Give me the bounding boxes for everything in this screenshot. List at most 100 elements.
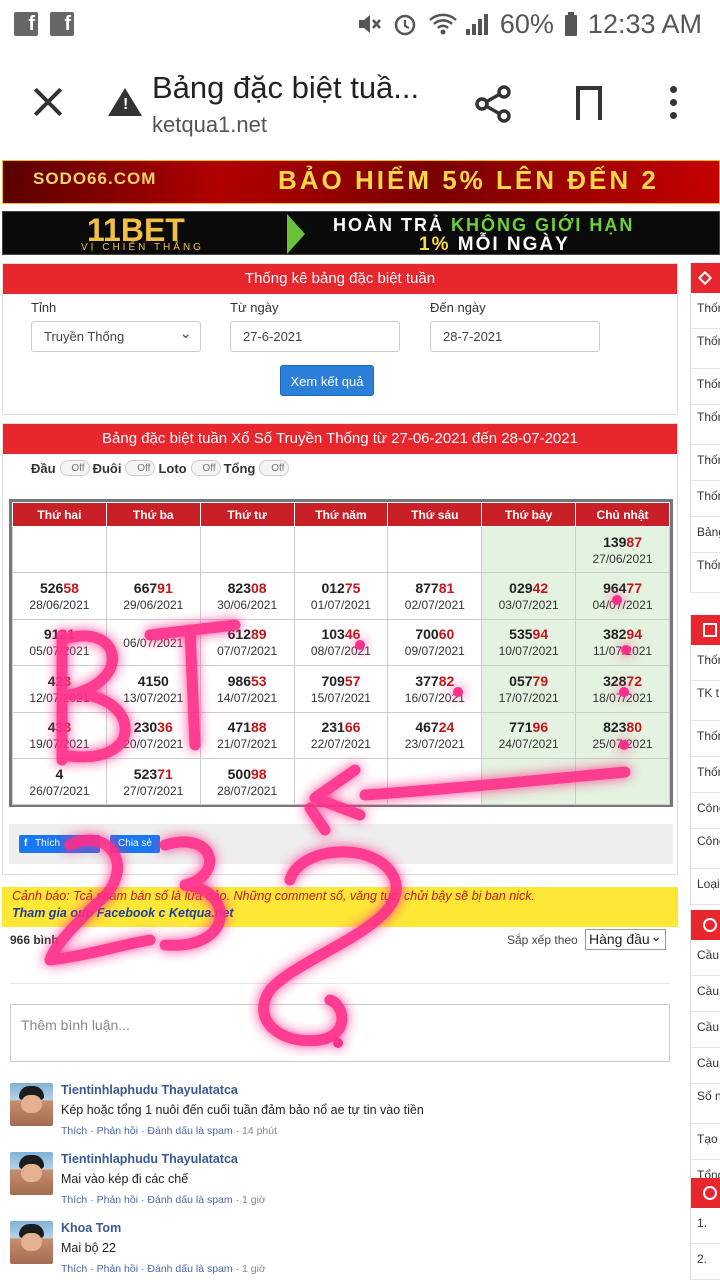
result-number: 9121 xyxy=(43,626,75,643)
province-label: Tỉnh xyxy=(31,300,57,315)
sidebar-link[interactable]: TK t xyxy=(691,681,720,721)
sidebar-link[interactable]: Cầu xyxy=(691,1048,720,1084)
sidebar-link[interactable]: Thống xyxy=(691,481,720,517)
like-link[interactable]: Thích xyxy=(61,1125,87,1137)
result-number: 47188 xyxy=(227,719,267,736)
avatar[interactable] xyxy=(10,1221,53,1264)
province-select[interactable]: Truyền Thống xyxy=(31,321,201,352)
spam-link[interactable]: Đánh dấu là spam xyxy=(147,1263,232,1275)
result-date: 29/06/2021 xyxy=(123,598,184,613)
battery-percent: 60% xyxy=(499,8,554,39)
sidebar-link[interactable]: Thống loto xyxy=(691,329,720,369)
calendar-cell xyxy=(105,525,201,574)
commenter-name[interactable]: Tientinhlaphudu Thayulatatca xyxy=(61,1152,238,1166)
result-number: 37782 xyxy=(415,672,455,689)
warning-icon[interactable]: ! xyxy=(108,88,142,116)
from-date-input[interactable]: 27-6-2021 xyxy=(230,321,400,352)
sidebar-link[interactable]: Thống xyxy=(691,721,720,757)
sidebar-link[interactable]: Thống xyxy=(691,757,720,793)
banner-line-1: HOÀN TRẢ KHÔNG GIỚI HẠN xyxy=(333,215,635,235)
sidebar-link[interactable]: 2. xyxy=(691,1244,720,1280)
reply-link[interactable]: Phản hồi xyxy=(97,1125,138,1137)
calendar-cell: 4 26/07/2021 xyxy=(12,757,107,806)
comment-actions: Thích · Phản hồi · Đánh dấu là spam · 14… xyxy=(61,1125,278,1137)
calendar-cell: 10346 08/07/2021 xyxy=(293,618,389,667)
calendar-table: Thứ hai Thứ ba Thứ tư Thứ năm Thứ sáu Thứ bảy… xyxy=(12,502,670,806)
commenter-name[interactable]: Khoa Tom xyxy=(61,1221,121,1235)
sidebar-link[interactable]: 1. xyxy=(691,1208,720,1244)
to-date-input[interactable]: 28-7-2021 xyxy=(430,321,600,352)
sidebar-link[interactable]: Thống xyxy=(691,445,720,481)
results-heading: Bảng đặc biệt tuần Xổ Số Truyền Thống từ… xyxy=(3,424,677,454)
calendar-cell: 38294 11/07/2021 xyxy=(575,618,670,667)
divider xyxy=(10,983,670,984)
toggle-tong[interactable]: Off xyxy=(259,460,290,476)
more-menu-icon[interactable] xyxy=(668,86,678,122)
view-results-button[interactable]: Xem kết quả xyxy=(280,365,374,396)
status-bar: f f 60% 12:33 AM xyxy=(0,0,720,48)
result-date: 17/07/2021 xyxy=(498,690,559,705)
page-url[interactable]: ketqua1.net xyxy=(152,112,267,138)
reply-link[interactable]: Phản hồi xyxy=(97,1263,138,1275)
sidebar-link[interactable]: Tạo xyxy=(691,1124,720,1160)
join-group-link[interactable]: Tham gia oup Facebook c Ketqua.net xyxy=(12,906,668,920)
comment-text: Mai bộ 22 xyxy=(61,1241,116,1255)
sidebar-link[interactable]: Thống theo xyxy=(691,553,720,593)
comment-input[interactable]: Thêm bình luận... xyxy=(10,1004,670,1062)
sidebar-link[interactable]: Thống xyxy=(691,293,720,329)
result-number: 61289 xyxy=(227,626,267,643)
facebook-like-button[interactable]: Thích xyxy=(19,835,100,853)
calendar-cell: 06/07/2021 xyxy=(105,618,201,667)
reply-link[interactable]: Phản hồi xyxy=(97,1194,138,1206)
spam-link[interactable]: Đánh dấu là spam xyxy=(147,1194,232,1206)
calendar-week-row: 13987 27/06/2021 xyxy=(12,525,670,574)
calendar-cell: 01275 01/07/2021 xyxy=(293,572,389,620)
sidebar-link[interactable]: Cầu xyxy=(691,976,720,1012)
spam-link[interactable]: Đánh dấu là spam xyxy=(147,1125,232,1137)
avatar[interactable] xyxy=(10,1083,53,1126)
calendar-cell xyxy=(575,757,670,806)
result-number: 23036 xyxy=(133,719,173,736)
calendar-cell: 4150 13/07/2021 xyxy=(105,665,201,713)
banner-logo: SODO66.COM xyxy=(33,169,157,188)
result-date: 16/07/2021 xyxy=(404,690,465,705)
like-link[interactable]: Thích xyxy=(61,1194,87,1206)
commenter-name[interactable]: Tientinhlaphudu Thayulatatca xyxy=(61,1083,238,1097)
calendar-cell: 52371 27/07/2021 xyxy=(105,757,201,806)
result-date: 02/07/2021 xyxy=(404,598,465,613)
result-number: 50098 xyxy=(227,765,267,782)
sidebar-link[interactable]: Loại xyxy=(691,869,720,905)
calendar-week-row: 52658 28/06/2021 66791 29/06/2021 82308 30/06… xyxy=(12,572,670,620)
close-icon[interactable] xyxy=(30,84,66,120)
sidebar-link[interactable]: Thống xyxy=(691,369,720,405)
toggle-loto[interactable]: Off xyxy=(190,460,221,476)
results-panel: Bảng đặc biệt tuần Xổ Số Truyền Thống từ… xyxy=(2,423,678,875)
sidebar-link[interactable]: Cầu xyxy=(691,1012,720,1048)
toggle-row: Đầu Off Đuôi Off Loto Off Tổng Off xyxy=(31,460,292,476)
facebook-share-button[interactable]: Chia sẻ xyxy=(110,835,160,853)
toggle-duoi[interactable]: Off xyxy=(125,460,156,476)
calendar-week-row: 9121 05/07/2021 06/07/2021 61289 07/07/2021 1… xyxy=(12,618,670,667)
like-link[interactable]: Thích xyxy=(61,1263,87,1275)
bookmark-icon[interactable] xyxy=(576,86,602,126)
toggle-dau[interactable]: Off xyxy=(59,460,90,476)
sidebar-link[interactable]: Số n xyxy=(691,1084,720,1124)
sort-select[interactable]: Hàng đầu xyxy=(585,927,666,950)
avatar[interactable] xyxy=(10,1152,53,1195)
ad-banner-sodo66[interactable]: SODO66.COM BẢO HIỂM 5% LÊN ĐẾN 2 xyxy=(2,160,720,204)
ad-banner-11bet[interactable]: 11BET VỊ CHIẾN THẮNG HOÀN TRẢ KHÔNG GIỚI… xyxy=(2,211,720,255)
page-title[interactable]: Bảng đặc biệt tuầ... xyxy=(152,70,419,106)
sidebar-link[interactable]: Thống loto xyxy=(691,405,720,445)
share-icon[interactable] xyxy=(474,84,514,124)
sidebar-link[interactable]: Cầu xyxy=(691,940,720,976)
sidebar-link[interactable]: Công VIP xyxy=(691,829,720,869)
sidebar-link[interactable]: Công xyxy=(691,793,720,829)
search-icon xyxy=(691,910,720,940)
sidebar-link[interactable]: Bảng xyxy=(691,517,720,553)
calendar-cell: 05779 17/07/2021 xyxy=(481,665,577,713)
result-number: 4150 xyxy=(137,672,169,689)
result-number: 02942 xyxy=(509,580,549,597)
result-number: 70957 xyxy=(321,672,361,689)
comment-actions: Thích · Phản hồi · Đánh dấu là spam · 1 … xyxy=(61,1263,266,1275)
sidebar-link[interactable]: Thống xyxy=(691,645,720,681)
